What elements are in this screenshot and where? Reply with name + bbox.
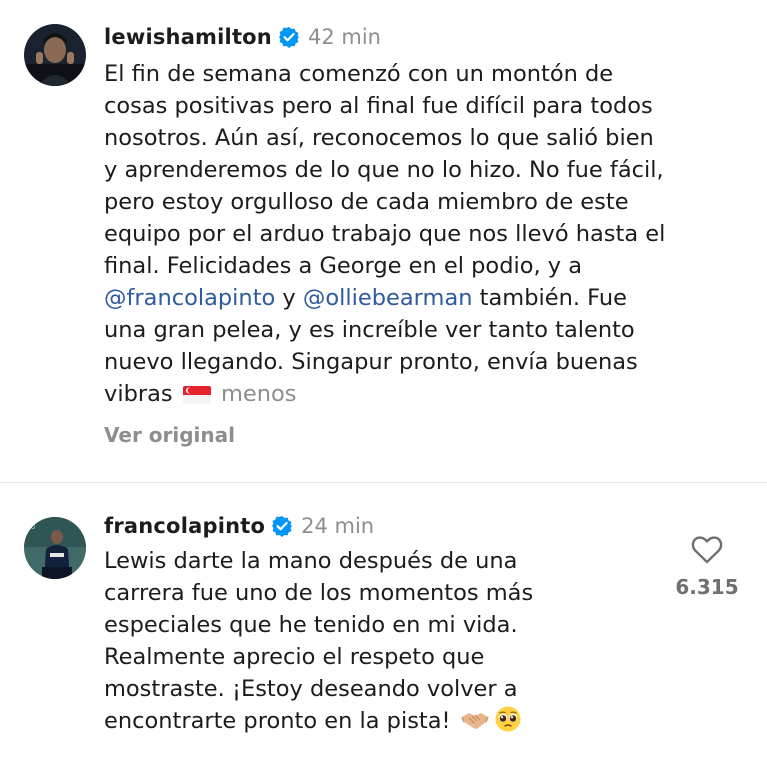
avatar-lewishamilton[interactable] — [24, 24, 86, 86]
mention-francolapinto[interactable]: @francolapinto — [104, 285, 275, 311]
svg-text:co: co — [27, 523, 35, 531]
avatar-francolapinto[interactable]: co — [24, 517, 86, 579]
comment-text: Lewis darte la mano después de una carre… — [104, 545, 644, 742]
comment-lewishamilton: lewishamilton 42 min El fin de semana co… — [0, 0, 767, 482]
username[interactable]: lewishamilton — [104, 25, 272, 49]
handshake-icon — [460, 707, 490, 742]
like-count: 6.315 — [675, 575, 739, 599]
like-control: 6.315 — [671, 535, 743, 599]
comment-time: 24 min — [301, 514, 375, 538]
heart-icon[interactable] — [691, 535, 723, 565]
username[interactable]: francolapinto — [104, 514, 265, 538]
verified-badge-icon — [271, 515, 293, 537]
comment-time: 42 min — [307, 25, 381, 49]
mention-olliebearman[interactable]: @olliebearman — [303, 285, 473, 311]
pleading-face-icon — [494, 705, 522, 742]
singapore-flag-icon — [182, 383, 212, 415]
collapse-link[interactable]: menos — [221, 381, 297, 407]
comment-francolapinto: co francolapinto 24 min Lewis darte la m… — [0, 482, 767, 763]
comment-text: El fin de semana comenzó con un montón d… — [104, 58, 744, 415]
verified-badge-icon — [278, 26, 300, 48]
see-original-link[interactable]: Ver original — [104, 423, 235, 447]
